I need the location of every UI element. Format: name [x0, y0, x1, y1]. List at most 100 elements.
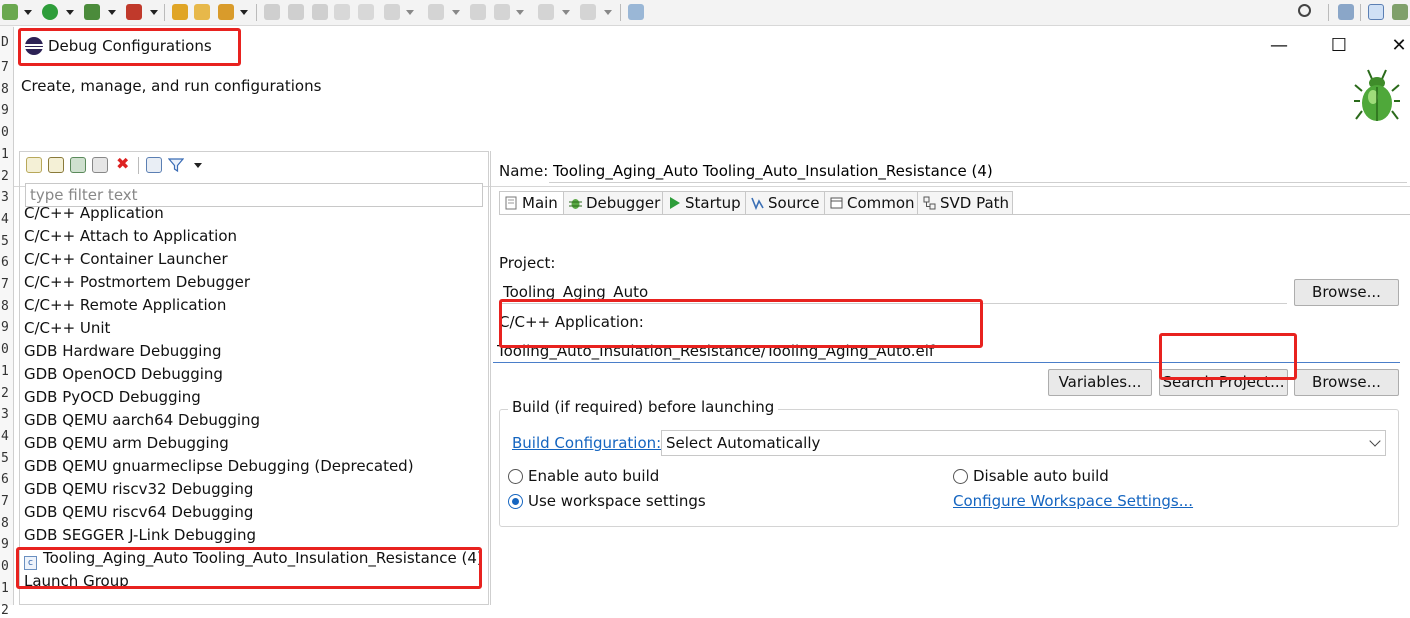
search-icon[interactable]: [1298, 4, 1311, 17]
coverage-dropdown-icon[interactable]: [108, 10, 116, 15]
disable-auto-build-radio[interactable]: [953, 469, 968, 484]
application-field[interactable]: [493, 339, 1400, 363]
maximize-button[interactable]: ☐: [1324, 35, 1354, 59]
collapse-all-icon[interactable]: [146, 157, 162, 173]
main-tab-icon: [505, 196, 517, 210]
prev-annotation-icon[interactable]: [428, 4, 444, 20]
tree-item[interactable]: GDB OpenOCD Debugging: [24, 363, 223, 386]
perspective-icon[interactable]: [1368, 4, 1384, 20]
build-configuration-link[interactable]: Build Configuration:: [512, 434, 661, 452]
open-perspective-icon[interactable]: [1338, 4, 1354, 20]
application-browse-button[interactable]: Browse...: [1294, 369, 1399, 396]
edit-icon[interactable]: [264, 4, 280, 20]
new-config-icon[interactable]: [26, 157, 42, 173]
gutter-char: 5: [1, 233, 9, 249]
gutter-char: 3: [1, 190, 9, 206]
startup-tab-icon: [670, 197, 680, 209]
tab-source[interactable]: Source: [745, 191, 825, 214]
tree-item-label: GDB QEMU riscv32 Debugging: [24, 480, 254, 498]
export-icon[interactable]: [70, 157, 86, 173]
external-tools-icon[interactable]: [126, 4, 142, 20]
toggle-icon[interactable]: [312, 4, 328, 20]
tree-item[interactable]: GDB QEMU gnuarmeclipse Debugging (Deprec…: [24, 455, 414, 478]
tree-item[interactable]: Launch Group: [24, 570, 129, 593]
coverage-icon[interactable]: [84, 4, 100, 20]
dialog-title: Debug Configurations: [48, 37, 212, 55]
tree-item[interactable]: C/C++ Container Launcher: [24, 248, 228, 271]
tab-svd-path[interactable]: SVD Path: [917, 191, 1013, 214]
wand-icon[interactable]: [218, 4, 234, 20]
minimize-button[interactable]: —: [1264, 35, 1294, 59]
forward-icon[interactable]: [580, 4, 596, 20]
forward-dropdown-icon[interactable]: [604, 10, 612, 15]
tree-item[interactable]: GDB PyOCD Debugging: [24, 386, 201, 409]
use-workspace-settings-radio[interactable]: [508, 494, 523, 509]
pin-editor-icon[interactable]: [628, 4, 644, 20]
config-editor-panel: Name: Main Debugger Startup Source Commo…: [490, 151, 1410, 605]
back-dropdown-icon[interactable]: [516, 10, 524, 15]
wand-dropdown-icon[interactable]: [240, 10, 248, 15]
tab-common[interactable]: Common: [824, 191, 918, 214]
variables-button[interactable]: Variables...: [1048, 369, 1152, 396]
tree-item-selected-config[interactable]: c Tooling_Aging_Auto Tooling_Auto_Insulat…: [24, 547, 483, 570]
duplicate-icon[interactable]: [92, 157, 108, 173]
tree-item[interactable]: GDB SEGGER J-Link Debugging: [24, 524, 256, 547]
tab-startup[interactable]: Startup: [662, 191, 746, 214]
tree-item[interactable]: GDB QEMU aarch64 Debugging: [24, 409, 260, 432]
gutter-char: 8: [1, 81, 9, 97]
debug-dropdown-icon[interactable]: [24, 10, 32, 15]
search-project-button[interactable]: Search Project...: [1159, 369, 1288, 396]
tree-item[interactable]: C/C++ Postmortem Debugger: [24, 271, 250, 294]
name-label: Name:: [499, 162, 549, 180]
tab-label: Main: [522, 194, 558, 212]
open-folder-icon[interactable]: [172, 4, 188, 20]
back-arrow-dropdown-icon[interactable]: [562, 10, 570, 15]
delete-icon[interactable]: ✖: [116, 156, 132, 173]
dialog-header: Create, manage, and run configurations: [14, 67, 1410, 187]
project-field[interactable]: [499, 280, 1287, 304]
build-configuration-select[interactable]: Select Automatically: [661, 430, 1386, 456]
tree-item[interactable]: GDB QEMU riscv32 Debugging: [24, 478, 253, 501]
tree-item[interactable]: GDB QEMU arm Debugging: [24, 432, 229, 455]
tree-item[interactable]: GDB QEMU riscv64 Debugging: [24, 501, 253, 524]
tree-item[interactable]: C/C++ Unit: [24, 317, 110, 340]
external-tools-dropdown-icon[interactable]: [150, 10, 158, 15]
run-icon[interactable]: [42, 4, 58, 20]
tab-label: Startup: [685, 194, 741, 212]
filter-icon[interactable]: [167, 157, 185, 173]
debug-perspective-icon[interactable]: [1392, 4, 1408, 20]
back-icon[interactable]: [494, 4, 510, 20]
back-arrow-icon[interactable]: [538, 4, 554, 20]
gutter-char: 9: [1, 320, 9, 336]
pilcrow-icon[interactable]: [358, 4, 374, 20]
tree-item[interactable]: C/C++ Application: [24, 202, 164, 225]
configure-workspace-settings-link[interactable]: Configure Workspace Settings...: [953, 492, 1193, 510]
build-group-title: Build (if required) before launching: [508, 398, 779, 416]
gutter-char: 7: [1, 494, 9, 509]
run-dropdown-icon[interactable]: [66, 10, 74, 15]
gutter-char: 8: [1, 515, 9, 531]
config-name-field[interactable]: [549, 159, 1407, 183]
last-edit-icon[interactable]: [470, 4, 486, 20]
project-browse-button[interactable]: Browse...: [1294, 279, 1399, 306]
debug-icon[interactable]: [2, 4, 18, 20]
tree-item[interactable]: C/C++ Remote Application: [24, 294, 226, 317]
close-button[interactable]: ✕: [1384, 35, 1410, 59]
view-menu-icon[interactable]: [194, 163, 202, 168]
next-annotation-icon[interactable]: [384, 4, 400, 20]
debug-configurations-dialog: Debug Configurations — ☐ ✕ Create, manag…: [13, 27, 1410, 605]
tree-item[interactable]: C/C++ Attach to Application: [24, 225, 237, 248]
new-prototype-icon[interactable]: [48, 157, 64, 173]
source-tab-icon: [751, 197, 764, 210]
main-tab-content: Project: Browse... C/C++ Application: Va…: [493, 214, 1410, 605]
marker-icon[interactable]: [288, 4, 304, 20]
block-icon[interactable]: [334, 4, 350, 20]
prev-annotation-dropdown-icon[interactable]: [452, 10, 460, 15]
enable-auto-build-radio[interactable]: [508, 469, 523, 484]
tab-main[interactable]: Main: [499, 191, 564, 214]
tree-item[interactable]: GDB Hardware Debugging: [24, 340, 221, 363]
folder-icon[interactable]: [194, 4, 210, 20]
tab-debugger[interactable]: Debugger: [563, 191, 663, 214]
next-annotation-dropdown-icon[interactable]: [406, 10, 414, 15]
tree-item-label: C/C++ Postmortem Debugger: [24, 273, 250, 291]
